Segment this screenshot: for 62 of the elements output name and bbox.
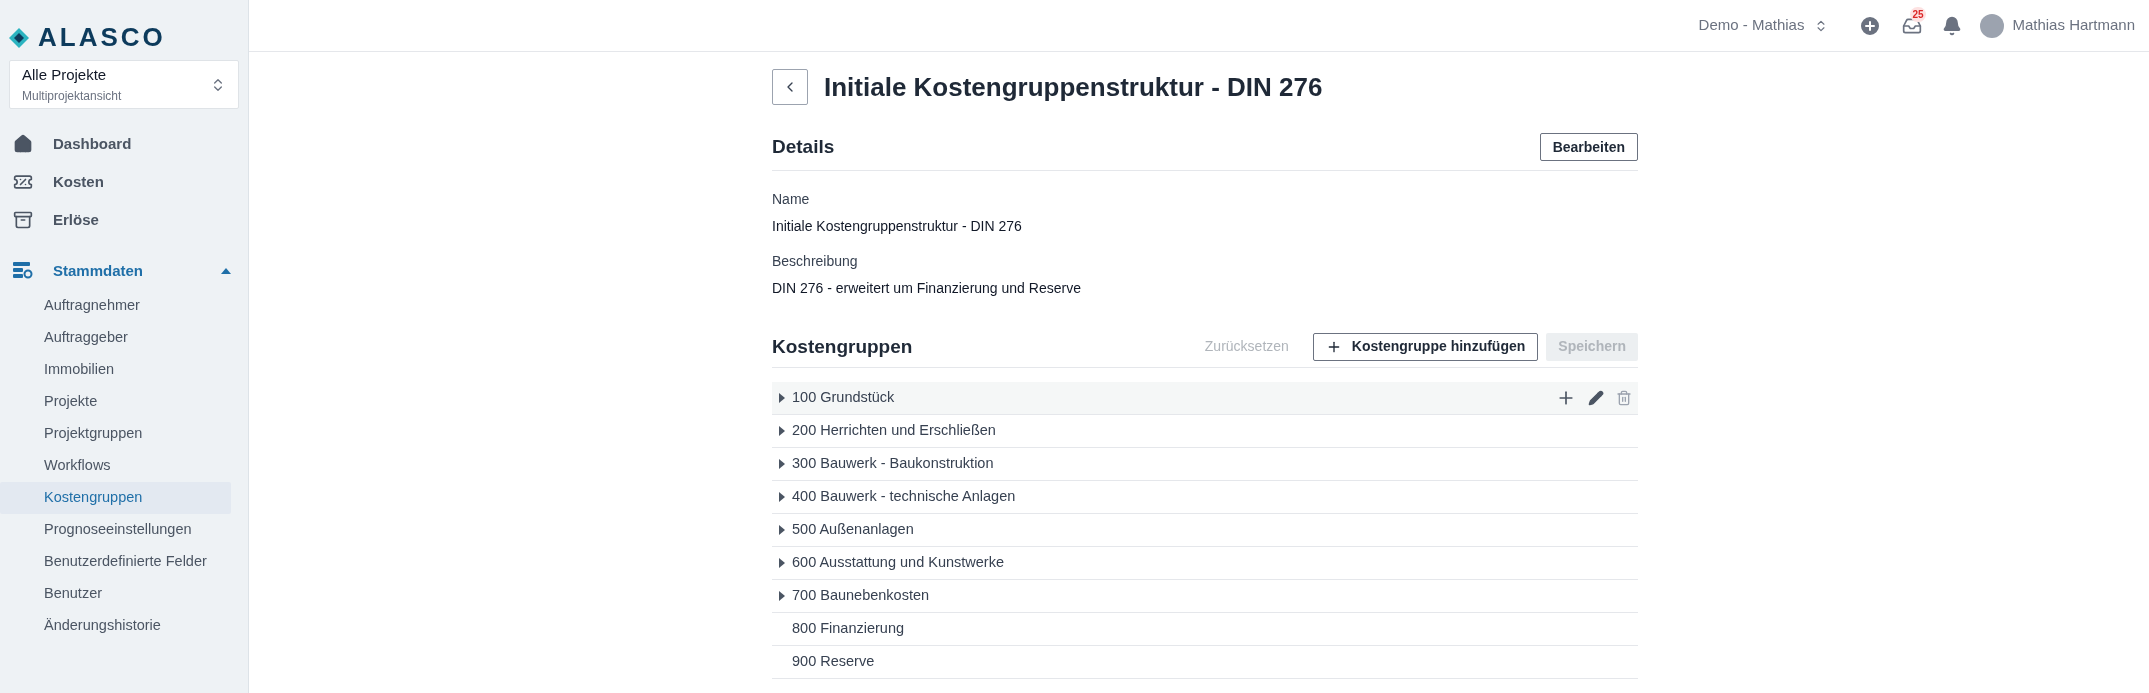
caret-up-icon xyxy=(221,268,231,274)
nav-subitem[interactable]: Workflows xyxy=(0,450,231,482)
tree-row[interactable]: 800 Finanzierung xyxy=(772,613,1638,646)
nav-subitem[interactable]: Benutzer xyxy=(0,578,231,610)
nav-subitem[interactable]: Kostengruppen xyxy=(0,482,231,514)
logo-icon xyxy=(8,26,30,49)
tree-row[interactable]: 600 Ausstattung und Kunstwerke xyxy=(772,547,1638,580)
tree-label: 500 Außenanlagen xyxy=(792,520,915,540)
tree-label: 100 Grundstück xyxy=(792,388,896,408)
nav-subitem[interactable]: Auftragnehmer xyxy=(0,290,231,322)
pencil-icon[interactable] xyxy=(1588,390,1604,406)
nav-item[interactable]: Kosten xyxy=(0,163,248,201)
tree-label: 800 Finanzierung xyxy=(792,619,906,639)
nav-subitem[interactable]: Projektgruppen xyxy=(0,418,231,450)
add-group-button[interactable]: Kostengruppe hinzufügen xyxy=(1312,332,1539,361)
nav-subitem[interactable]: Auftraggeber xyxy=(0,322,231,354)
tree-row[interactable]: 700 Baunebenkosten xyxy=(772,580,1638,613)
field-label: Name xyxy=(772,189,811,209)
tree-row[interactable]: 400 Bauwerk - technische Anlagen xyxy=(772,481,1638,514)
workspace-switcher[interactable]: Demo - Mathias xyxy=(1698,14,1829,37)
tree-row[interactable]: 200 Herrichten und Erschließen xyxy=(772,415,1638,448)
field-label: Beschreibung xyxy=(772,251,859,271)
caret-right-icon[interactable] xyxy=(779,426,785,436)
caret-right-icon[interactable] xyxy=(779,558,785,568)
home-icon xyxy=(13,134,33,154)
section-heading: Kostengruppen xyxy=(772,334,914,359)
logo-text: ALASCO xyxy=(38,21,166,54)
nav-item[interactable]: Dashboard xyxy=(0,125,248,163)
caret-right-icon[interactable] xyxy=(779,459,785,469)
table-settings-icon xyxy=(13,262,33,280)
tree-label: 900 Reserve xyxy=(792,652,876,672)
receipt-icon xyxy=(13,172,33,192)
nav-subitem[interactable]: Prognoseeinstellungen xyxy=(0,514,231,546)
tree-label: 400 Bauwerk - technische Anlagen xyxy=(792,487,1017,507)
nav-item[interactable]: Erlöse xyxy=(0,201,248,239)
nav-subitem[interactable]: Projekte xyxy=(0,386,231,418)
tree-label: 700 Baunebenkosten xyxy=(792,586,931,606)
field-value: DIN 276 - erweitert um Finanzierung und Reserve xyxy=(772,278,1082,298)
user-name[interactable]: Mathias Hartmann xyxy=(2012,14,2135,37)
caret-right-icon[interactable] xyxy=(779,492,785,502)
caret-right-icon[interactable] xyxy=(779,591,785,601)
tree-label: 200 Herrichten und Erschließen xyxy=(792,421,997,441)
caret-right-icon[interactable] xyxy=(779,525,785,535)
tree-row[interactable]: 500 Außenanlagen xyxy=(772,514,1638,547)
project-switcher[interactable]: Alle Projekte Multiprojektansicht xyxy=(9,60,239,109)
edit-button[interactable]: Bearbeiten xyxy=(1539,133,1638,162)
nav-subitem[interactable]: Änderungshistorie xyxy=(0,610,231,642)
box-icon xyxy=(13,210,33,230)
nav-subitem[interactable]: Immobilien xyxy=(0,354,231,386)
caret-right-icon[interactable] xyxy=(779,393,785,403)
tree-row[interactable]: 100 Grundstück xyxy=(772,382,1638,415)
inbox-count: 25 xyxy=(1910,6,1926,22)
tree-label: 600 Ausstattung und Kunstwerke xyxy=(792,553,1005,573)
bell-icon[interactable] xyxy=(1942,15,1963,36)
nav-section[interactable]: Stammdaten xyxy=(0,252,248,290)
tree-label: 300 Bauwerk - Baukonstruktion xyxy=(792,454,995,474)
section-heading: Details xyxy=(772,135,835,159)
page-title: Initiale Kostengruppenstruktur - DIN 276 xyxy=(824,70,1323,104)
field-value: Initiale Kostengruppenstruktur - DIN 276 xyxy=(772,216,1023,236)
nav-subitem[interactable]: Benutzerdefinierte Felder xyxy=(0,546,231,578)
tree-row[interactable]: 900 Reserve xyxy=(772,646,1638,679)
tree-row[interactable]: 300 Bauwerk - Baukonstruktion xyxy=(772,448,1638,481)
